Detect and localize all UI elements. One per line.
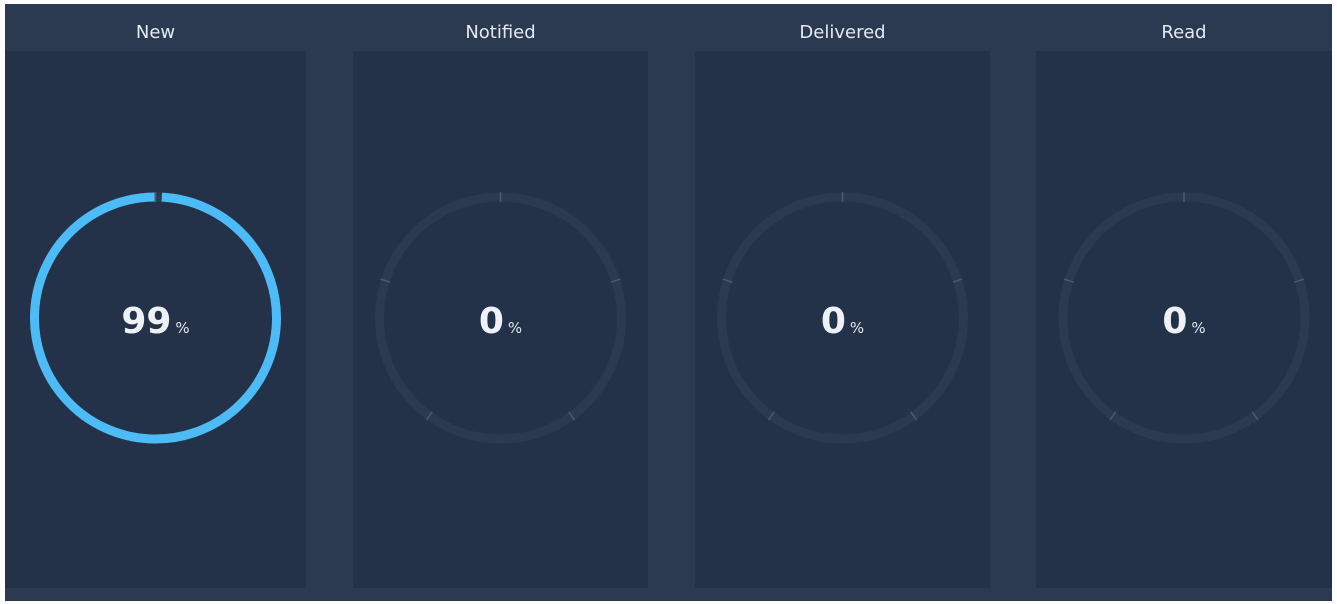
gauge-percent: 0 bbox=[478, 301, 504, 342]
gauge-unit: % bbox=[175, 319, 190, 337]
gauge-card-notified: Notified 0% bbox=[353, 4, 648, 601]
gauge-label: Notified bbox=[465, 22, 536, 43]
gauge-value: 99% bbox=[5, 301, 306, 342]
gauge-unit: % bbox=[1191, 319, 1206, 337]
gauge-percent: 0 bbox=[1162, 301, 1188, 342]
gauge-label: Read bbox=[1161, 22, 1207, 43]
gauge-unit: % bbox=[849, 319, 865, 337]
gauge-panel: 0% bbox=[1036, 51, 1332, 588]
gauge-panel: 0% bbox=[353, 51, 648, 588]
gauge-value: 0% bbox=[353, 301, 648, 342]
gauge-card-new: New 99% bbox=[5, 4, 306, 601]
gauge-card-read: Read 0% bbox=[1036, 4, 1332, 601]
gauge-value: 0% bbox=[695, 301, 990, 342]
gauge-label: Delivered bbox=[799, 22, 886, 43]
gauge-card-delivered: Delivered 0% bbox=[695, 4, 990, 601]
gauge-panel: 99% bbox=[5, 51, 306, 588]
gauge-percent: 0 bbox=[820, 301, 846, 342]
gauge-percent: 99 bbox=[121, 301, 172, 342]
gauge-label: New bbox=[135, 22, 176, 43]
gauge-panel: 0% bbox=[695, 51, 990, 588]
status-dashboard: New 99% Notified 0% Delivered 0% Read 0 … bbox=[5, 4, 1332, 601]
gauge-unit: % bbox=[507, 319, 523, 337]
gauge-value: 0% bbox=[1036, 301, 1332, 342]
